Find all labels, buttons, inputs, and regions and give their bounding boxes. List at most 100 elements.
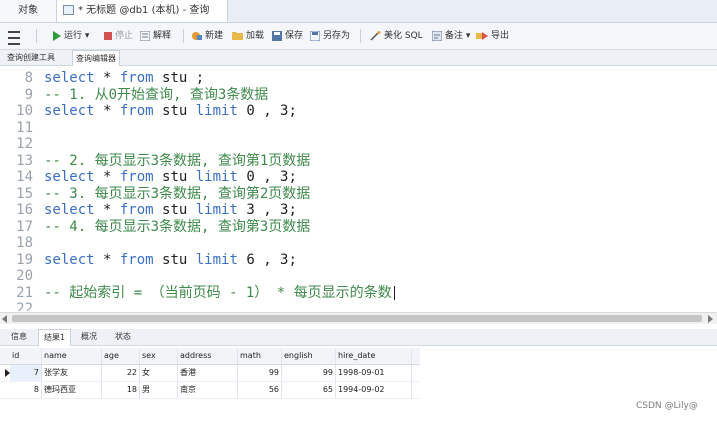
sql-text: stu [153,202,196,218]
note-dropdown-icon[interactable]: ▾ [466,31,471,41]
cell-name[interactable]: 张学友 [42,365,102,381]
column-header[interactable]: hire_date [336,348,412,364]
code-line[interactable]: 21 -- 起始索引 = （当前页码 - 1） * 每页显示的条数 [0,285,717,301]
code-text[interactable]: -- 4. 每页显示3条数据, 查询第3页数据 [44,219,310,235]
sql-text: stu [153,251,196,268]
sql-text: stu [153,169,196,185]
cell-sex[interactable]: 女 [140,365,178,381]
code-line[interactable]: 22 [0,301,717,311]
sql-keyword: select [44,251,95,268]
cell-name[interactable]: 德玛西亚 [42,382,102,398]
new-label: 新建 [205,31,224,41]
tab-objects[interactable]: 对象 [0,0,57,22]
sql-comment: -- 起始索引 = （当前页码 - 1） * 每页显示的条数 [44,284,392,301]
column-header[interactable]: math [238,348,282,364]
code-text[interactable]: -- 2. 每页显示3条数据, 查询第1页数据 [44,153,310,169]
code-line[interactable]: 20 [0,268,717,284]
code-line[interactable]: 17 -- 4. 每页显示3条数据, 查询第3页数据 [0,219,717,235]
code-line[interactable]: 18 [0,235,717,251]
toolbar-divider [360,29,361,43]
cell-math[interactable]: 56 [238,382,282,398]
code-line[interactable]: 15 -- 3. 每页显示3条数据, 查询第2页数据 [0,186,717,202]
table-row[interactable]: 8 德玛西亚 18 男 南京 56 65 1994-09-02 [0,382,420,399]
tab-result1[interactable]: 结果1 [38,329,72,346]
new-button[interactable]: 新建 [192,27,223,45]
code-line[interactable]: 13 -- 2. 每页显示3条数据, 查询第1页数据 [0,153,717,169]
code-line[interactable]: 9 -- 1. 从0开始查询, 查询3条数据 [0,87,717,103]
scroll-right-icon[interactable] [708,315,713,323]
scroll-left-icon[interactable] [2,315,7,323]
note-button[interactable]: 备注 ▾ [432,27,470,45]
cell-address[interactable]: 南京 [178,382,238,398]
code-line[interactable]: 19 select * from stu limit 6 , 3; [0,252,717,268]
sql-text: * [94,202,120,218]
sql-keyword: select [44,70,95,86]
export-icon [476,31,488,40]
cell-hire-date[interactable]: 1994-09-02 [336,382,412,398]
beautify-sql-button[interactable]: 美化 SQL [370,27,423,45]
tab-query-builder[interactable]: 查询创建工具 [4,50,58,65]
code-line[interactable]: 16 select * from stu limit 3 , 3; [0,202,717,218]
code-line[interactable]: 14 select * from stu limit 0 , 3; [0,169,717,185]
run-button[interactable]: 运行 ▾ [52,27,89,45]
code-text[interactable]: -- 3. 每页显示3条数据, 查询第2页数据 [44,186,310,202]
sql-comment: -- 4. 每页显示3条数据, 查询第3页数据 [44,218,311,235]
sql-editor[interactable]: 8 select * from stu ; 9 -- 1. 从0开始查询, 查询3条数… [0,66,717,311]
tab-query-label: * 无标题 @db1 (本机) - 查询 [78,5,210,16]
column-header[interactable]: id [10,348,42,364]
run-dropdown-icon[interactable]: ▾ [85,31,90,41]
text-cursor [393,285,395,300]
cell-math[interactable]: 99 [238,365,282,381]
sql-keyword: from [119,70,154,86]
line-number: 18 [16,235,33,251]
cell-id[interactable]: 8 [10,382,42,398]
cell-age[interactable]: 18 [102,382,140,398]
folder-icon [232,32,243,40]
column-header[interactable]: name [42,348,102,364]
code-line[interactable]: 11 [0,120,717,136]
tab-untitled-query[interactable]: * 无标题 @db1 (本机) - 查询 [57,0,228,22]
cell-hire-date[interactable]: 1998-09-01 [336,365,412,381]
sql-keyword: select [44,103,95,119]
tab-profile[interactable]: 概况 [76,329,102,345]
cell-english[interactable]: 65 [282,382,336,398]
code-text[interactable]: select * from stu limit 0 , 3; [44,169,297,185]
column-header[interactable]: english [282,348,336,364]
code-text[interactable]: select * from stu limit 6 , 3; [44,252,297,268]
column-header[interactable]: age [102,348,140,364]
code-text[interactable]: select * from stu ; [44,70,204,86]
stop-button[interactable]: 停止 [104,27,133,45]
save-button[interactable]: 保存 [272,27,303,45]
table-row[interactable]: 7 张学友 22 女 香港 99 99 1998-09-01 [0,365,420,382]
column-header[interactable]: sex [140,348,178,364]
cell-sex[interactable]: 男 [140,382,178,398]
scroll-thumb[interactable] [12,315,702,322]
cell-english[interactable]: 99 [282,365,336,381]
menu-icon[interactable] [8,27,20,45]
tab-status[interactable]: 状态 [110,329,136,345]
column-header[interactable]: address [178,348,238,364]
result-tabs: 信息 结果1 概况 状态 [0,329,717,346]
code-text[interactable]: -- 起始索引 = （当前页码 - 1） * 每页显示的条数 [44,285,395,301]
stop-icon [104,31,112,40]
tab-query-editor[interactable]: 查询编辑器 [72,50,120,66]
sql-keyword: select [44,202,95,218]
code-text[interactable]: -- 1. 从0开始查询, 查询3条数据 [44,87,268,103]
code-line[interactable]: 12 [0,136,717,152]
code-text[interactable]: select * from stu limit 0 , 3; [44,103,297,119]
export-button[interactable]: 导出 [476,27,509,45]
sql-text: 0 , 3; [237,169,297,185]
code-text[interactable]: select * from stu limit 3 , 3; [44,202,297,218]
save-as-button[interactable]: 另存为 [310,27,350,45]
cell-id[interactable]: 7 [10,365,42,381]
editor-horizontal-scrollbar[interactable] [0,312,717,324]
tab-info[interactable]: 信息 [6,329,32,345]
code-line[interactable]: 8 select * from stu ; [0,70,717,86]
cell-address[interactable]: 香港 [178,365,238,381]
export-label: 导出 [491,31,510,41]
cell-age[interactable]: 22 [102,365,140,381]
load-button[interactable]: 加载 [232,27,264,45]
magic-wand-icon [370,30,381,41]
explain-button[interactable]: 解释 [140,27,171,45]
code-line[interactable]: 10 select * from stu limit 0 , 3; [0,103,717,119]
